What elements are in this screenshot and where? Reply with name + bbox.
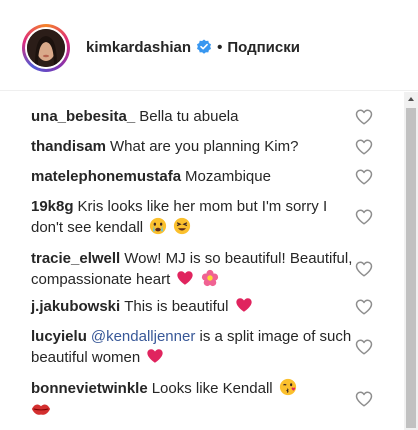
- comment-item: 19k8g Kris looks like her mom but I'm sor…: [31, 196, 361, 238]
- header-line: kimkardashian • Подписки: [86, 37, 300, 57]
- comment-text: What are you planning Kim?: [110, 138, 299, 155]
- comment-item: bonnevietwinkle Looks like Kendall: [31, 378, 361, 420]
- header-separator: •: [217, 38, 223, 56]
- comment-username[interactable]: tracie_elwell: [31, 250, 120, 267]
- comment-username[interactable]: thandisam: [31, 138, 106, 155]
- comment-text: Bella tu abuela: [139, 108, 239, 125]
- heart-outline-icon[interactable]: [355, 138, 373, 156]
- comment-text: Mozambique: [185, 168, 271, 185]
- comment-mention[interactable]: @kendalljenner: [91, 328, 195, 345]
- comment-item: j.jakubowski This is beautiful: [31, 296, 361, 317]
- kissing-face-icon: [279, 378, 296, 396]
- heart-outline-icon[interactable]: [355, 298, 373, 316]
- comment-item: tracie_elwell Wow! MJ is so beautiful! Be…: [31, 248, 361, 290]
- comment-item: lucyielu @kendalljenner is a split image …: [31, 326, 361, 368]
- heart-outline-icon[interactable]: [355, 168, 373, 186]
- story-ring[interactable]: [22, 24, 70, 72]
- post-header: kimkardashian • Подписки: [0, 0, 418, 91]
- heart-emoji-icon: [235, 298, 252, 312]
- flower-icon: [201, 269, 218, 287]
- scrollbar-thumb[interactable]: [406, 108, 416, 428]
- comment-text: This is beautiful: [124, 298, 229, 315]
- heart-outline-icon[interactable]: [355, 108, 373, 126]
- heart-emoji-icon: [147, 349, 164, 363]
- heart-outline-icon[interactable]: [355, 208, 373, 226]
- post-username[interactable]: kimkardashian: [86, 39, 191, 56]
- comment-username[interactable]: j.jakubowski: [31, 298, 120, 315]
- comment-username[interactable]: bonnevietwinkle: [31, 380, 148, 397]
- heart-outline-icon[interactable]: [355, 390, 373, 408]
- comment-username[interactable]: 19k8g: [31, 198, 74, 215]
- comment-username[interactable]: una_bebesita_: [31, 108, 135, 125]
- heart-outline-icon[interactable]: [355, 338, 373, 356]
- comment-username[interactable]: matelephonemustafa: [31, 168, 181, 185]
- following-button[interactable]: Подписки: [227, 39, 300, 56]
- avatar[interactable]: [25, 27, 67, 69]
- heart-emoji-icon: [177, 271, 194, 285]
- comments-list: una_bebesita_ Bella tu abuela thandisam Wh…: [0, 92, 404, 430]
- comment-item: thandisam What are you planning Kim?: [31, 136, 361, 157]
- tired-face-icon: [174, 217, 191, 235]
- verified-badge-icon: [197, 39, 212, 54]
- comments-scrollbar[interactable]: [404, 92, 418, 430]
- comment-item: una_bebesita_ Bella tu abuela: [31, 106, 361, 127]
- lips-icon: [31, 404, 51, 415]
- comment-text: Looks like Kendall: [151, 380, 273, 397]
- comment-username[interactable]: lucyielu: [31, 328, 87, 345]
- comment-item: matelephonemustafa Mozambique: [31, 166, 361, 187]
- scroll-up-arrow-icon[interactable]: [404, 92, 418, 106]
- crying-face-icon: [150, 217, 167, 235]
- heart-outline-icon[interactable]: [355, 260, 373, 278]
